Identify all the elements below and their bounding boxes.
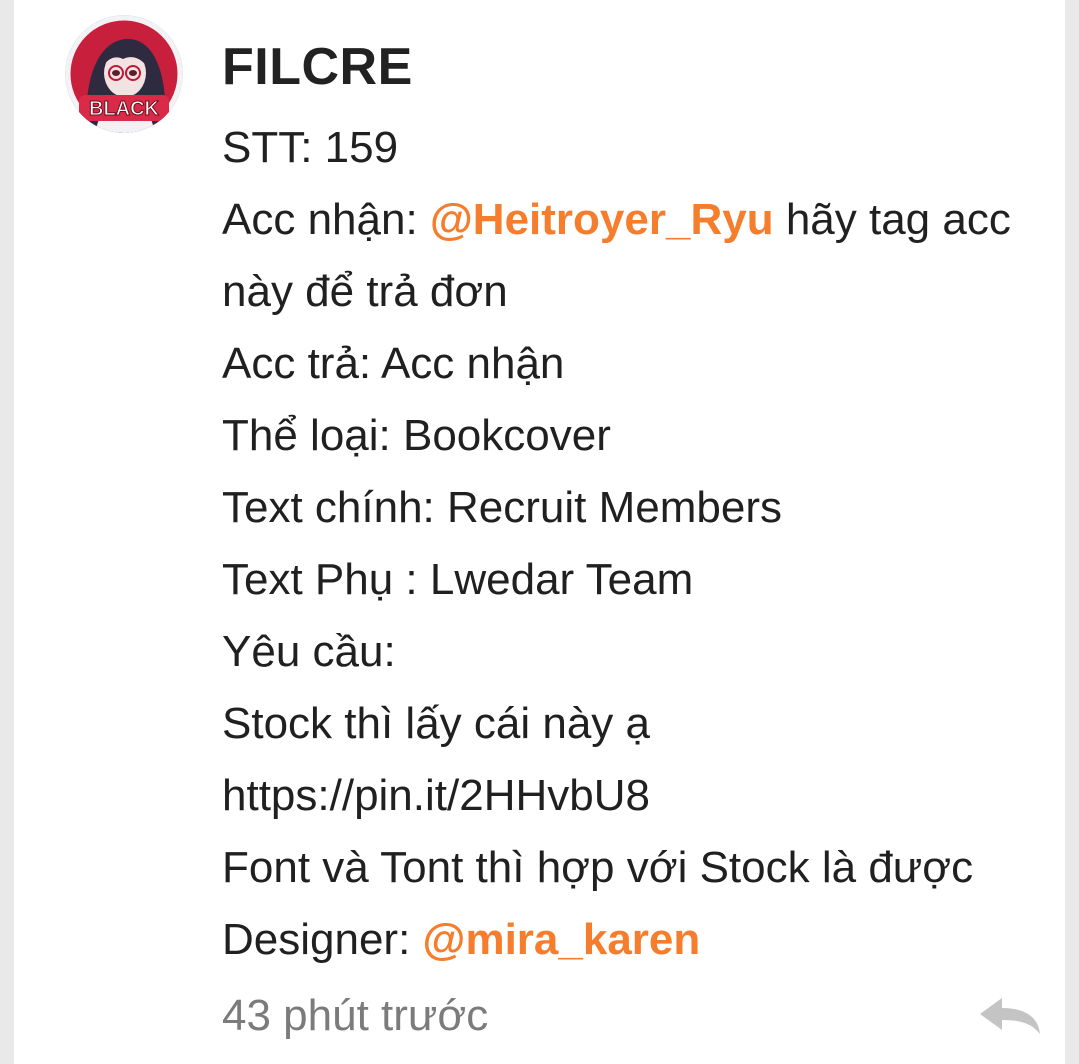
acc-nhan-label: Acc nhận: [222, 195, 430, 244]
comment-line-link: https://pin.it/2HHvbU8 [222, 771, 650, 820]
comment-line-designer: Designer: @mira_karen [222, 904, 1062, 976]
comment-line-continuation: này để trả đơn [222, 267, 508, 316]
mention-mira-karen[interactable]: @mira_karen [423, 915, 701, 964]
comment-line-text-phu: Text Phụ : Lwedar Team [222, 555, 694, 604]
avatar-image: BLACK [65, 15, 183, 133]
comment-card: BLACK FILCRE STT: 159 Acc nhận: @Heitroy… [14, 0, 1065, 1064]
comment-line-font: Font và Tont thì hợp với Stock là được [222, 843, 974, 892]
comment-line-acc-tra: Acc trả: Acc nhận [222, 339, 565, 388]
comment-line-stt: STT: 159 [222, 123, 399, 172]
designer-label: Designer: [222, 915, 423, 964]
mention-heitroyer-ryu[interactable]: @Heitroyer_Ryu [430, 195, 774, 244]
acc-nhan-suffix: hãy tag acc [773, 195, 1011, 244]
comment-line-yeu-cau: Yêu cầu: [222, 627, 396, 676]
avatar[interactable]: BLACK [65, 15, 183, 133]
comment-body: STT: 159 Acc nhận: @Heitroyer_Ryu hãy ta… [222, 112, 1062, 976]
reply-arrow-icon [980, 998, 1040, 1034]
comment-timestamp: 43 phút trước [222, 991, 489, 1040]
comment-line-the-loai: Thể loại: Bookcover [222, 411, 611, 460]
reply-button[interactable] [976, 994, 1044, 1038]
comment-line-acc-nhan: Acc nhận: @Heitroyer_Ryu hãy tag acc [222, 184, 1062, 256]
avatar-badge-text: BLACK [89, 98, 160, 120]
comment-line-stock: Stock thì lấy cái này ạ [222, 699, 650, 748]
comment-line-text-chinh: Text chính: Recruit Members [222, 483, 782, 532]
comment-author[interactable]: FILCRE [222, 34, 413, 100]
